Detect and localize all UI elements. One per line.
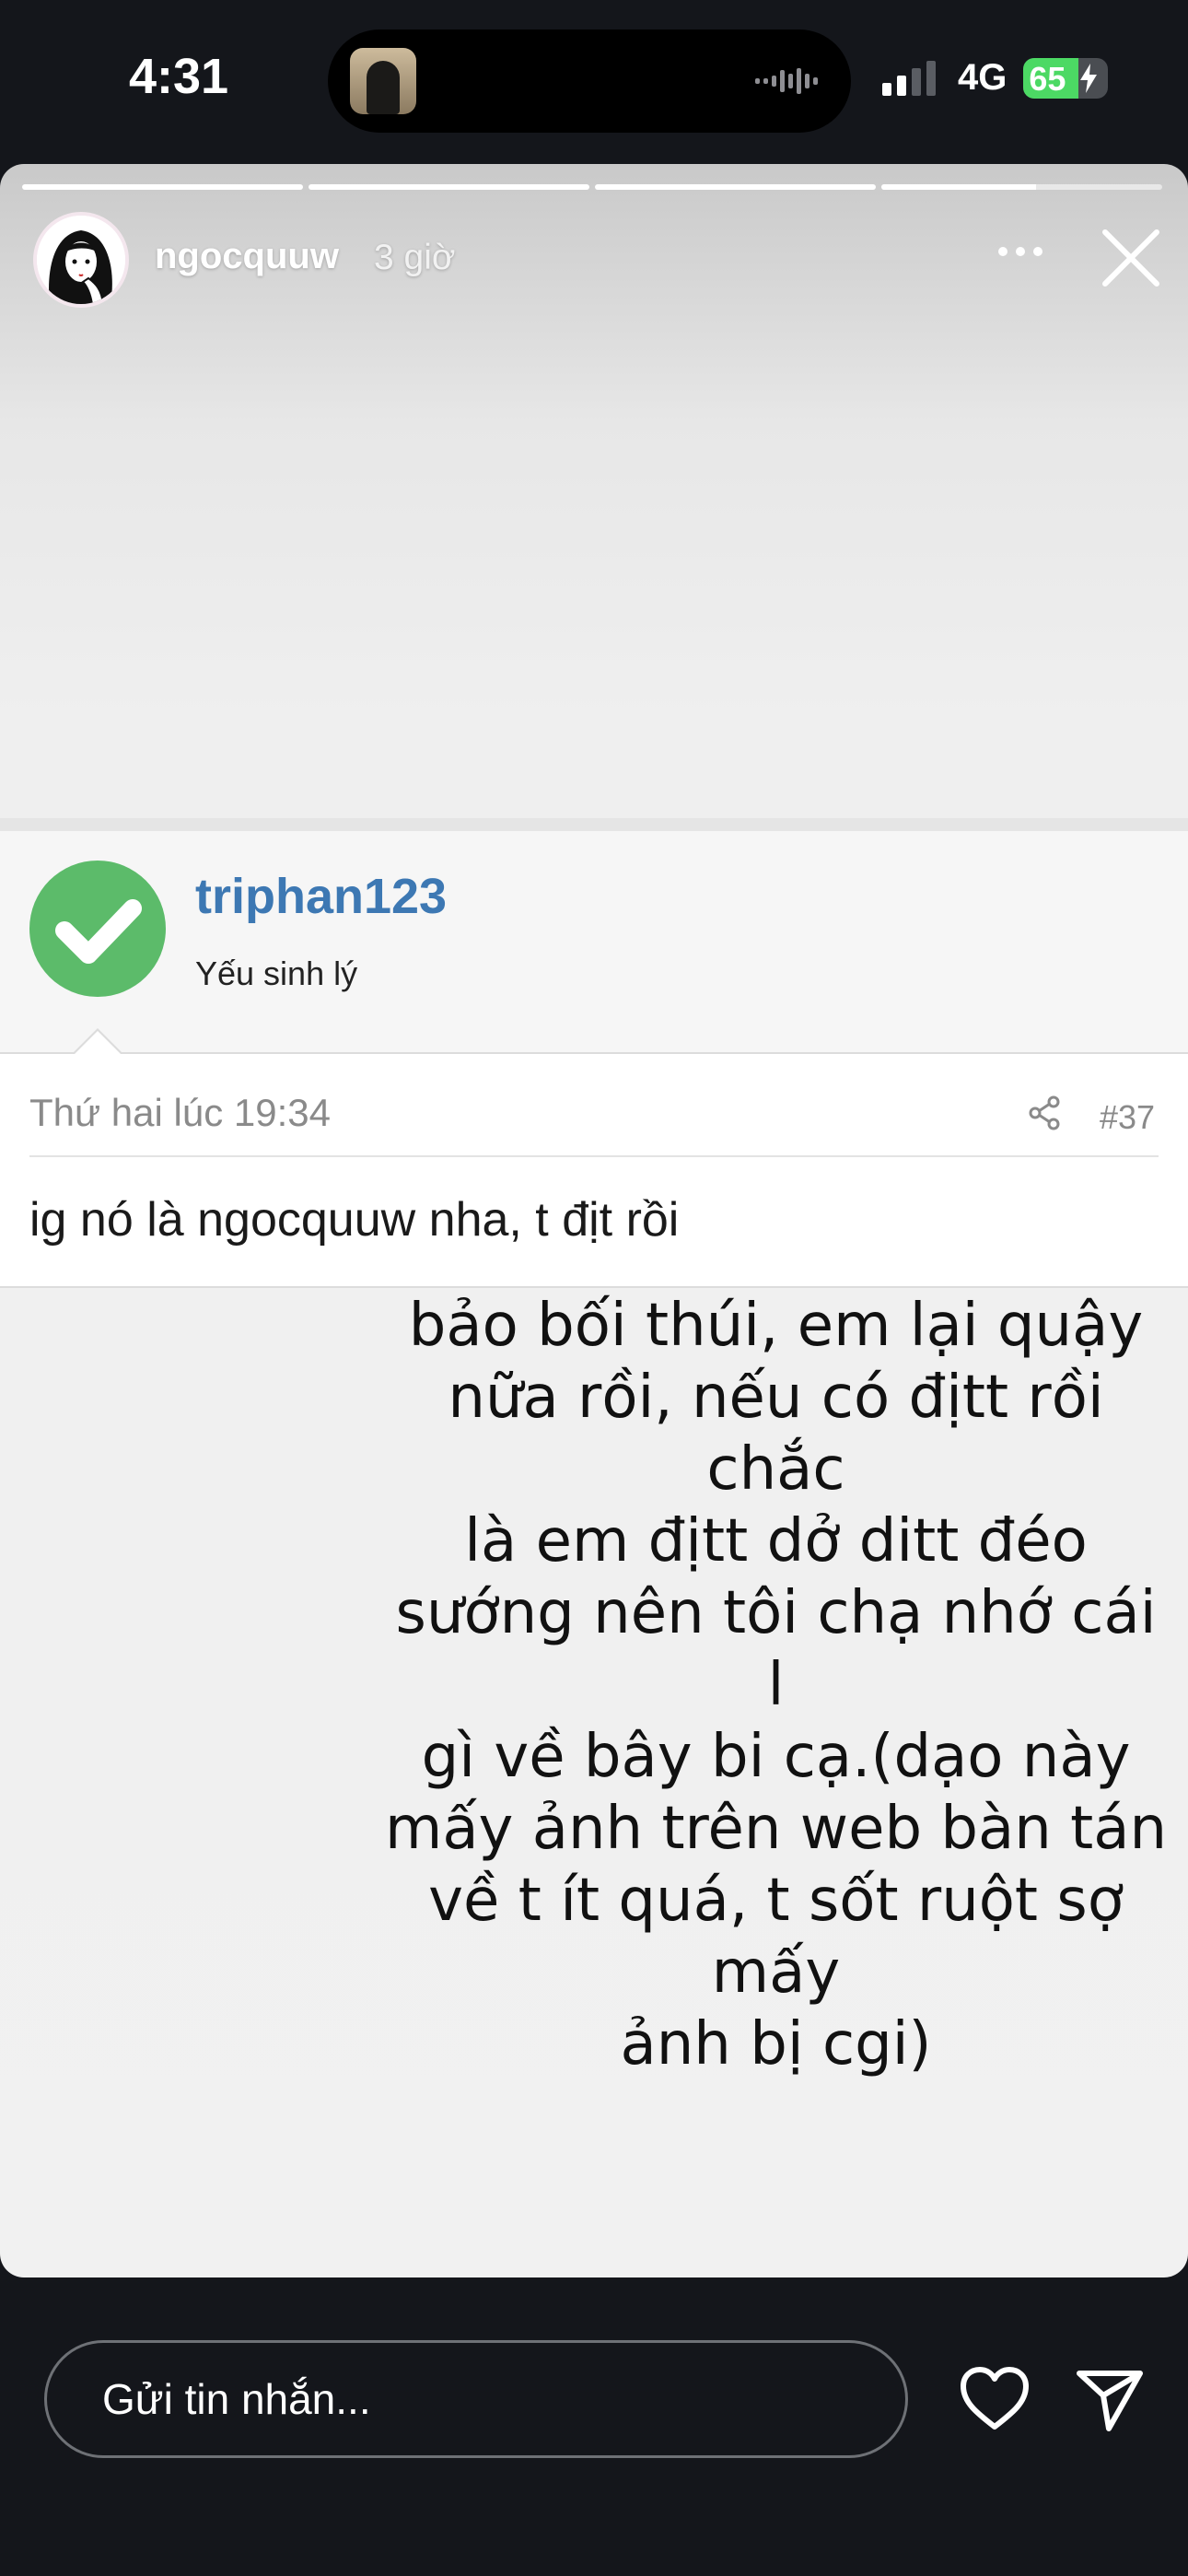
forum-divider [0,818,1188,831]
story-caption: bảo bối thúi, em lại quậy nữa rồi, nếu c… [384,1292,1168,2078]
forum-post-divider [29,1155,1159,1157]
signal-bar [926,60,936,96]
forum-author-panel [0,831,1188,1052]
forum-post: Thứ hai lúc 19:34 #37 ig nó là ngocquuw … [0,1052,1188,1288]
status-indicators: 4G 65 [882,57,1109,99]
network-type: 4G [958,57,1007,98]
forum-post-number: #37 [1100,1098,1156,1136]
verified-check-icon [29,861,166,997]
send-icon[interactable] [1076,2368,1144,2432]
status-time: 4:31 [129,49,229,104]
forum-author-name: triphan123 [195,869,448,924]
signal-bar [897,75,906,96]
battery-icon: 65 [1023,57,1109,99]
signal-bar [882,82,891,96]
audio-waveform-icon [755,68,818,94]
cellular-signal-icon [882,60,936,96]
message-input[interactable]: Gửi tin nhắn... [44,2340,908,2458]
now-playing-thumbnail [350,48,416,114]
story-card[interactable]: ngocquuw 3 giờ triphan123 Yếu sinh lý Th… [0,164,1188,2277]
signal-bar [912,67,921,96]
forum-author-title: Yếu sinh lý [195,954,358,992]
message-input-placeholder: Gửi tin nhắn... [102,2375,371,2423]
shared-forum-screenshot: triphan123 Yếu sinh lý Thứ hai lúc 19:34… [0,164,1188,2277]
charging-bolt-icon [1080,63,1098,93]
forum-post-text: ig nó là ngocquuw nha, t địt rồi [29,1193,680,1247]
forum-post-date: Thứ hai lúc 19:34 [29,1091,331,1134]
dynamic-island[interactable] [328,29,851,133]
share-icon [1029,1095,1060,1130]
battery-percent: 65 [1029,59,1066,98]
forum-pointer-arrow-fill [74,1031,122,1055]
heart-icon[interactable] [960,2366,1030,2430]
